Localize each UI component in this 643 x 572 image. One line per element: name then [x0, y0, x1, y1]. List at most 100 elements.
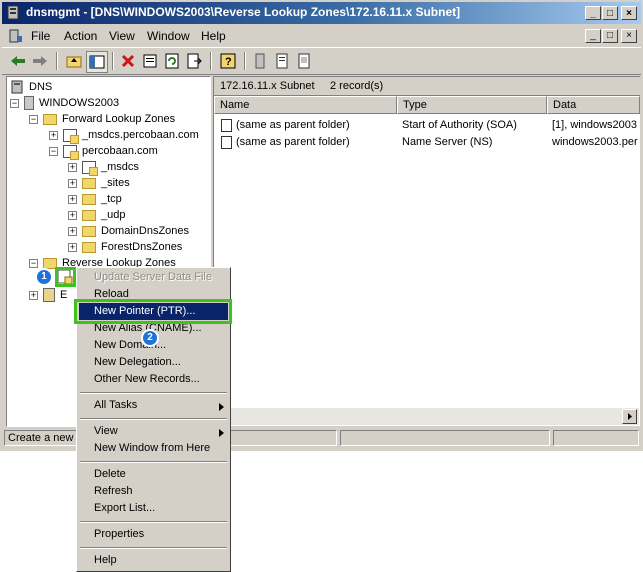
collapse-icon[interactable]: −	[49, 146, 58, 156]
column-header-data[interactable]: Data	[547, 96, 640, 114]
menu-item-help[interactable]: Help	[79, 552, 228, 569]
delete-icon[interactable]	[118, 51, 138, 71]
record-icon	[221, 136, 232, 149]
column-header-type[interactable]: Type	[397, 96, 547, 114]
expand-icon[interactable]: +	[68, 178, 77, 188]
export-list-icon[interactable]	[184, 51, 204, 71]
submenu-arrow-icon	[219, 428, 225, 440]
folder-icon	[82, 209, 96, 221]
menu-view[interactable]: View	[109, 29, 135, 43]
tree-node-server[interactable]: − WINDOWS2003	[10, 95, 119, 111]
collapse-icon[interactable]: −	[29, 258, 38, 268]
tree-node-msdcs[interactable]: + _msdcs	[68, 159, 139, 176]
tree-label: percobaan.com	[82, 145, 158, 157]
menu-separator	[80, 547, 227, 549]
back-arrow-icon[interactable]	[8, 51, 28, 71]
table-row[interactable]: (same as parent folder) Name Server (NS)…	[214, 134, 640, 151]
expand-icon[interactable]: +	[49, 130, 58, 140]
menu-item-delete[interactable]: Delete	[79, 466, 228, 483]
show-tree-icon[interactable]	[86, 51, 108, 73]
tree-node-forestdnszones[interactable]: + ForestDnsZones	[68, 239, 182, 255]
tree-label: Forward Lookup Zones	[62, 113, 176, 125]
expand-icon[interactable]: +	[68, 242, 77, 252]
collapse-icon[interactable]: −	[29, 114, 38, 124]
horizontal-scrollbar[interactable]	[213, 408, 639, 425]
zone-icon	[63, 144, 79, 160]
menu-separator	[80, 418, 227, 420]
zone-icon	[63, 128, 79, 144]
cell-data: windows2003.per	[552, 136, 638, 148]
annotation-highlight-zone	[55, 267, 76, 287]
tree-label: DomainDnsZones	[101, 225, 190, 237]
table-row[interactable]: (same as parent folder) Start of Authori…	[214, 117, 640, 134]
folder-icon	[82, 241, 96, 253]
cell-name: (same as parent folder)	[236, 119, 350, 131]
menu-item-refresh[interactable]: Refresh	[79, 483, 228, 500]
properties-icon[interactable]	[140, 51, 160, 71]
tree-label: _msdcs	[101, 161, 139, 173]
mdi-close-button[interactable]: ×	[621, 29, 637, 43]
cell-type: Start of Authority (SOA)	[402, 119, 517, 131]
update-server-icon[interactable]	[250, 51, 270, 71]
folder-icon	[82, 193, 96, 205]
menu-item-view[interactable]: View	[79, 423, 228, 440]
close-button[interactable]: ×	[621, 6, 637, 20]
tree-node-udp[interactable]: + _udp	[68, 207, 125, 223]
submenu-arrow-icon	[219, 402, 225, 414]
column-header-name[interactable]: Name	[214, 96, 397, 114]
collapse-icon[interactable]: −	[10, 98, 19, 108]
menu-item-new-delegation[interactable]: New Delegation...	[79, 354, 228, 371]
menu-help[interactable]: Help	[201, 29, 226, 43]
folder-icon	[43, 113, 57, 125]
folder-icon	[82, 177, 96, 189]
tree-node-domaindnszones[interactable]: + DomainDnsZones	[68, 223, 189, 239]
tree-node-percobaan-zone[interactable]: − percobaan.com	[49, 143, 158, 160]
mdi-minimize-button[interactable]: _	[585, 29, 601, 43]
tree-node-dns[interactable]: DNS	[10, 79, 52, 95]
expand-icon[interactable]: +	[29, 290, 38, 300]
menu-item-all-tasks[interactable]: All Tasks	[79, 397, 228, 414]
expand-icon[interactable]: +	[68, 162, 77, 172]
tree-label: _udp	[101, 209, 126, 221]
menu-bar: File Action View Window Help _ □ ×	[2, 26, 641, 46]
mdi-restore-button[interactable]: □	[602, 29, 618, 43]
record-icon	[221, 119, 232, 132]
menu-item-export-list[interactable]: Export List...	[79, 500, 228, 517]
tree-node-forward-zones[interactable]: − Forward Lookup Zones	[29, 111, 175, 127]
menu-separator	[80, 521, 227, 523]
server-icon	[24, 96, 34, 110]
refresh-icon[interactable]	[162, 51, 182, 71]
scroll-right-button[interactable]	[622, 409, 637, 424]
tree-label: ForestDnsZones	[101, 241, 183, 253]
record-count: 2 record(s)	[330, 80, 384, 92]
menu-item-new-window-from-here[interactable]: New Window from Here	[79, 440, 228, 457]
tree-node-msdcs-zone[interactable]: + _msdcs.percobaan.com	[49, 127, 199, 144]
expand-icon[interactable]: +	[68, 194, 77, 204]
new-zone-icon[interactable]	[294, 51, 314, 71]
maximize-button[interactable]: □	[602, 6, 618, 20]
tree-label: _tcp	[101, 193, 122, 205]
details-pane: 172.16.11.x Subnet 2 record(s) Name Type…	[213, 76, 640, 426]
menu-window[interactable]: Window	[147, 29, 190, 43]
cell-type: Name Server (NS)	[402, 136, 493, 148]
menu-action[interactable]: Action	[64, 29, 97, 43]
tree-node-tcp[interactable]: + _tcp	[68, 191, 122, 207]
menu-item-other-new-records[interactable]: Other New Records...	[79, 371, 228, 388]
forward-arrow-icon[interactable]	[30, 51, 50, 71]
expand-icon[interactable]: +	[68, 210, 77, 220]
tree-label: WINDOWS2003	[39, 97, 120, 109]
new-record-icon[interactable]	[272, 51, 292, 71]
menu-file[interactable]: File	[31, 29, 50, 43]
title-bar[interactable]: dnsmgmt - [DNS\WINDOWS2003\Reverse Looku…	[2, 2, 641, 24]
step-2-badge: 2	[141, 329, 159, 347]
menu-item-update-server-data-file: Update Server Data File	[94, 271, 212, 283]
tree-label: _msdcs.percobaan.com	[82, 129, 199, 141]
tree-node-sites[interactable]: + _sites	[68, 175, 130, 191]
tree-node-event-viewer[interactable]: + E	[29, 287, 67, 303]
help-icon[interactable]: ?	[218, 51, 238, 71]
console-icon[interactable]	[8, 28, 24, 44]
menu-item-properties[interactable]: Properties	[79, 526, 228, 543]
minimize-button[interactable]: _	[585, 6, 601, 20]
expand-icon[interactable]: +	[68, 226, 77, 236]
up-folder-icon[interactable]	[64, 51, 84, 71]
